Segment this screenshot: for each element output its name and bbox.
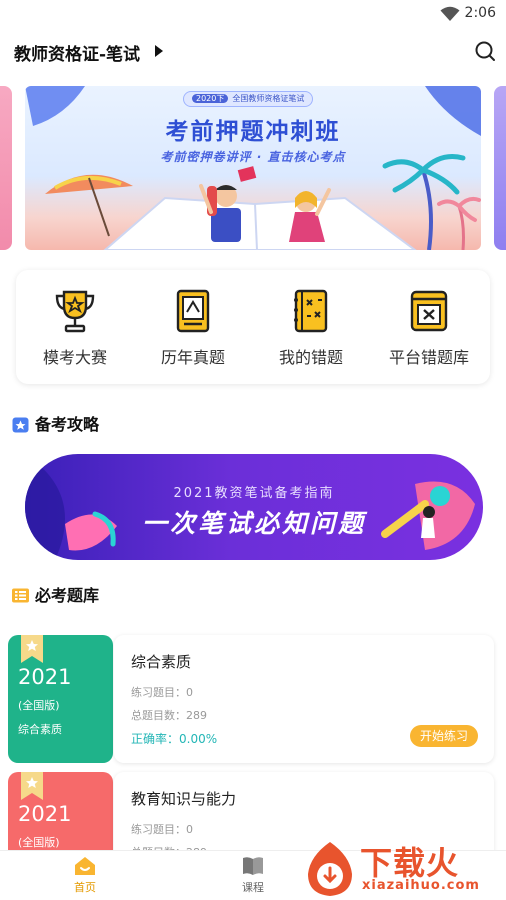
wrong-notebook-icon (294, 289, 328, 333)
book-icon (243, 857, 263, 875)
nav-home[interactable]: 首页 (55, 855, 115, 895)
watermark-logo: 下载火 xiazaihuo.com (300, 838, 506, 900)
bank-card-comprehensive[interactable]: 2021 (全国版) 综合素质 综合素质 练习题目：0 总题目数：289 正确率… (8, 635, 494, 763)
app-header: 教师资格证-笔试 (0, 32, 506, 72)
bank-cover-edition: (全国版) (18, 836, 60, 849)
bank-cover-name: 综合素质 (18, 723, 62, 736)
tool-platform-mistakes[interactable]: 平台错题库 (370, 288, 488, 368)
bank-accuracy: 正确率：0.00% (131, 732, 218, 746)
bank-info: 综合素质 练习题目：0 总题目数：289 正确率：0.00% 开始练习 (114, 635, 494, 763)
start-practice-button[interactable]: 开始练习 (409, 725, 478, 747)
error-bank-icon (410, 290, 448, 332)
banner-pill: 2020下 全国教师资格证笔试 (183, 91, 314, 107)
promo-banner[interactable]: 2021教资笔试备考指南 一次笔试必知问题 (25, 454, 483, 560)
page-title[interactable]: 教师资格证-笔试 (14, 40, 140, 65)
search-icon[interactable] (474, 40, 496, 62)
section-title-strategy: 备考攻略 (12, 411, 99, 435)
bank-name: 教育知识与能力 (131, 790, 237, 808)
bank-practice-count: 练习题目：0 (131, 823, 193, 836)
caret-right-icon[interactable] (154, 44, 164, 58)
exam-paper-icon (176, 289, 210, 333)
wifi-icon (440, 6, 460, 21)
banner-carousel[interactable]: 2020下 全国教师资格证笔试 考前押题冲刺班 考前密押卷讲评 · 直击核心考点 (0, 86, 506, 250)
home-icon (75, 857, 95, 875)
tool-past-papers[interactable]: 历年真题 (134, 288, 252, 368)
bank-cover-year: 2021 (18, 802, 72, 826)
bank-cover: 2021 (全国版) 综合素质 (8, 635, 113, 763)
bank-cover-edition: (全国版) (18, 699, 60, 712)
status-time: 2:06 (464, 5, 496, 21)
watermark-sub: xiazaihuo.com (362, 878, 480, 893)
nav-label: 课程 (242, 881, 264, 894)
quick-tools-card: 模考大赛 历年真题 我的错题 平台错题库 (16, 270, 490, 384)
bank-name: 综合素质 (131, 653, 192, 671)
bank-cover-year: 2021 (18, 665, 72, 689)
tool-label: 历年真题 (160, 348, 225, 367)
nav-label: 首页 (74, 881, 96, 894)
banner-next-peek[interactable] (494, 86, 506, 250)
banner-exam-sprint[interactable]: 2020下 全国教师资格证笔试 考前押题冲刺班 考前密押卷讲评 · 直击核心考点 (25, 86, 481, 250)
promo-main-text: 一次笔试必知问题 (141, 509, 366, 538)
bank-practice-count: 练习题目：0 (131, 686, 193, 699)
tool-label: 模考大赛 (42, 348, 107, 367)
tool-label: 我的错题 (278, 348, 343, 367)
status-bar: 2:06 (0, 0, 506, 28)
tool-label: 平台错题库 (388, 348, 469, 367)
banner-headline: 考前押题冲刺班 (165, 119, 341, 145)
banner-illustration (25, 86, 481, 250)
flame-logo-icon (308, 842, 352, 896)
list-icon (12, 588, 29, 603)
section-title-bank: 必考题库 (12, 582, 99, 606)
banner-pill-text: 全国教师资格证笔试 (232, 94, 305, 103)
section-title-text: 必考题库 (35, 586, 100, 605)
banner-prev-peek[interactable] (0, 86, 12, 250)
star-calendar-icon (12, 417, 29, 433)
star-ribbon-icon (21, 772, 43, 800)
tool-my-mistakes[interactable]: 我的错题 (252, 288, 370, 368)
banner-subline: 考前密押卷讲评 · 直击核心考点 (160, 150, 346, 164)
bank-total-count: 总题目数：289 (131, 709, 207, 722)
star-ribbon-icon (21, 635, 43, 663)
promo-top-text: 2021教资笔试备考指南 (173, 486, 335, 501)
banner-pill-year: 2020下 (192, 94, 229, 103)
tool-mock-contest[interactable]: 模考大赛 (16, 288, 134, 368)
nav-courses[interactable]: 课程 (223, 855, 283, 895)
section-title-text: 备考攻略 (35, 415, 100, 434)
trophy-icon (55, 290, 95, 333)
